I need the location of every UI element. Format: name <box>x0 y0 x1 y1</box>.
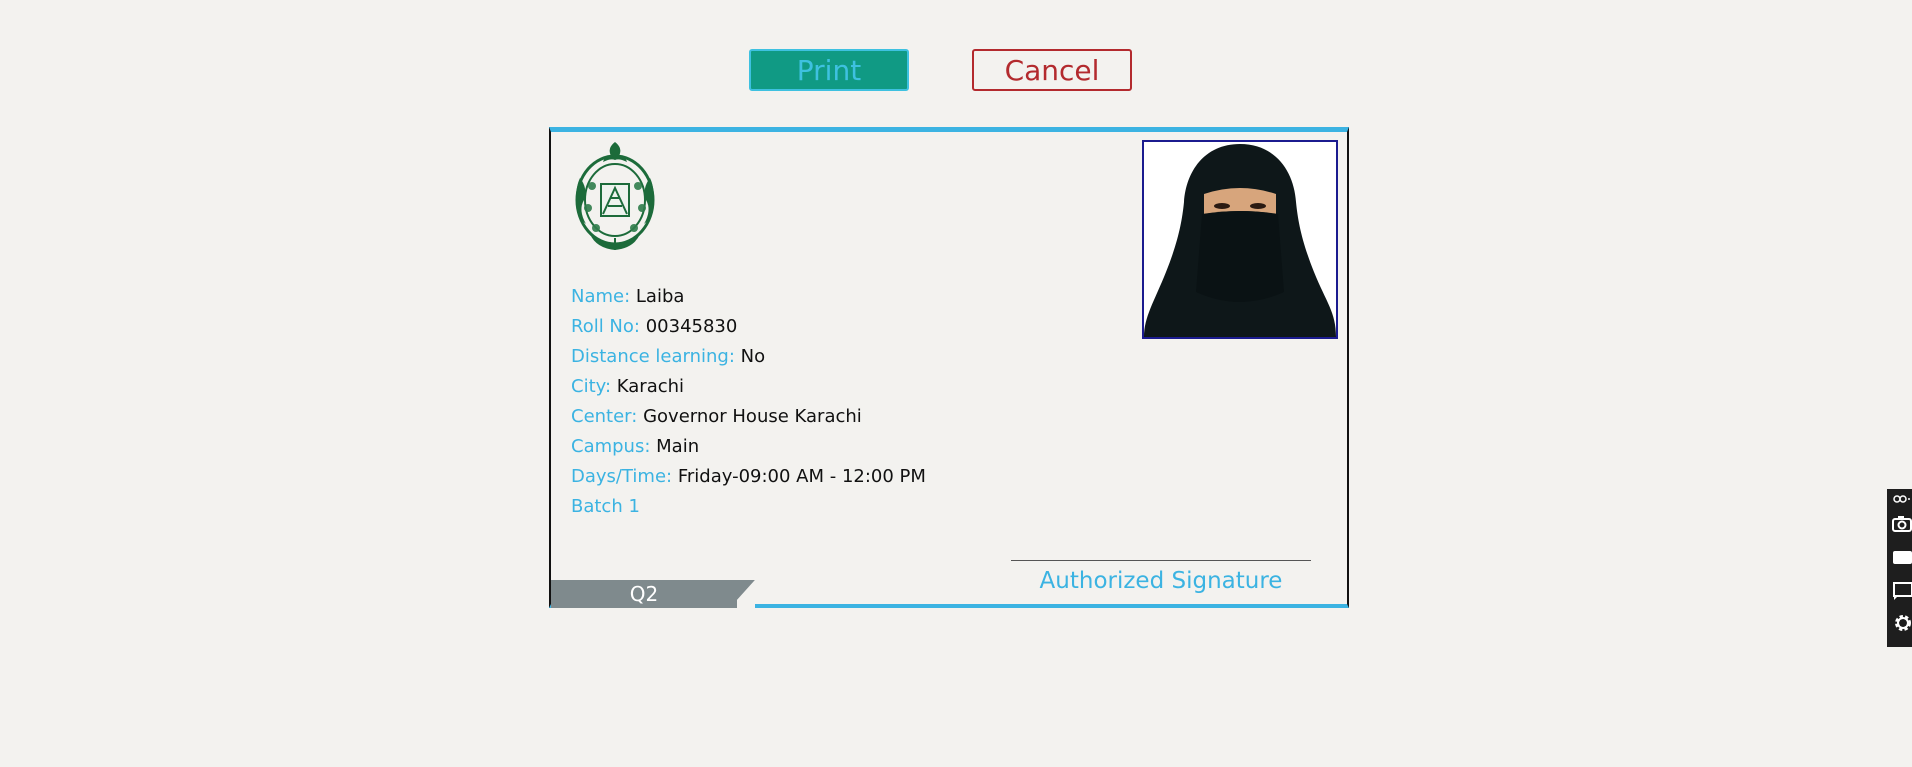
field-label: Roll No: <box>571 316 640 337</box>
field-days-time: Days/Time: Friday-09:00 AM - 12:00 PM <box>571 462 926 492</box>
field-roll-no: Roll No: 00345830 <box>571 312 926 342</box>
student-photo <box>1142 140 1338 339</box>
field-value: No <box>740 346 766 367</box>
window-icon[interactable] <box>1892 580 1912 600</box>
field-value: Karachi <box>616 376 685 397</box>
field-campus: Campus: Main <box>571 432 926 462</box>
field-value: 00345830 <box>645 316 738 337</box>
field-city: City: Karachi <box>571 372 926 402</box>
side-toolbar <box>1887 489 1912 647</box>
student-info: Name: Laiba Roll No: 00345830 Distance l… <box>571 282 926 522</box>
field-label: Name: <box>571 286 631 307</box>
signature-line <box>1011 560 1311 561</box>
admit-card: Name: Laiba Roll No: 00345830 Distance l… <box>549 127 1349 608</box>
field-label: Distance learning: <box>571 346 735 367</box>
print-button[interactable]: Print <box>749 49 909 91</box>
field-name: Name: Laiba <box>571 282 926 312</box>
field-label: Center: <box>571 406 638 427</box>
field-batch: Batch 1 <box>571 492 926 522</box>
video-icon[interactable] <box>1892 547 1912 567</box>
field-value: Friday-09:00 AM - 12:00 PM <box>677 466 926 487</box>
field-distance-learning: Distance learning: No <box>571 342 926 372</box>
gear-icon[interactable] <box>1892 613 1912 633</box>
authorized-signature-label: Authorized Signature <box>1039 568 1283 594</box>
field-label: City: <box>571 376 612 397</box>
camera-icon[interactable] <box>1892 513 1912 533</box>
government-emblem-icon <box>575 142 655 250</box>
field-value: Main <box>656 436 700 457</box>
student-photo-image <box>1144 142 1336 337</box>
quarter-badge: Q2 <box>629 582 659 606</box>
field-label: Batch 1 <box>571 496 640 517</box>
field-label: Days/Time: <box>571 466 673 487</box>
field-value: Governor House Karachi <box>643 406 862 427</box>
field-value: Laiba <box>635 286 685 307</box>
field-center: Center: Governor House Karachi <box>571 402 926 432</box>
cancel-button[interactable]: Cancel <box>972 49 1132 91</box>
link-icon[interactable] <box>1892 493 1912 505</box>
field-label: Campus: <box>571 436 651 457</box>
